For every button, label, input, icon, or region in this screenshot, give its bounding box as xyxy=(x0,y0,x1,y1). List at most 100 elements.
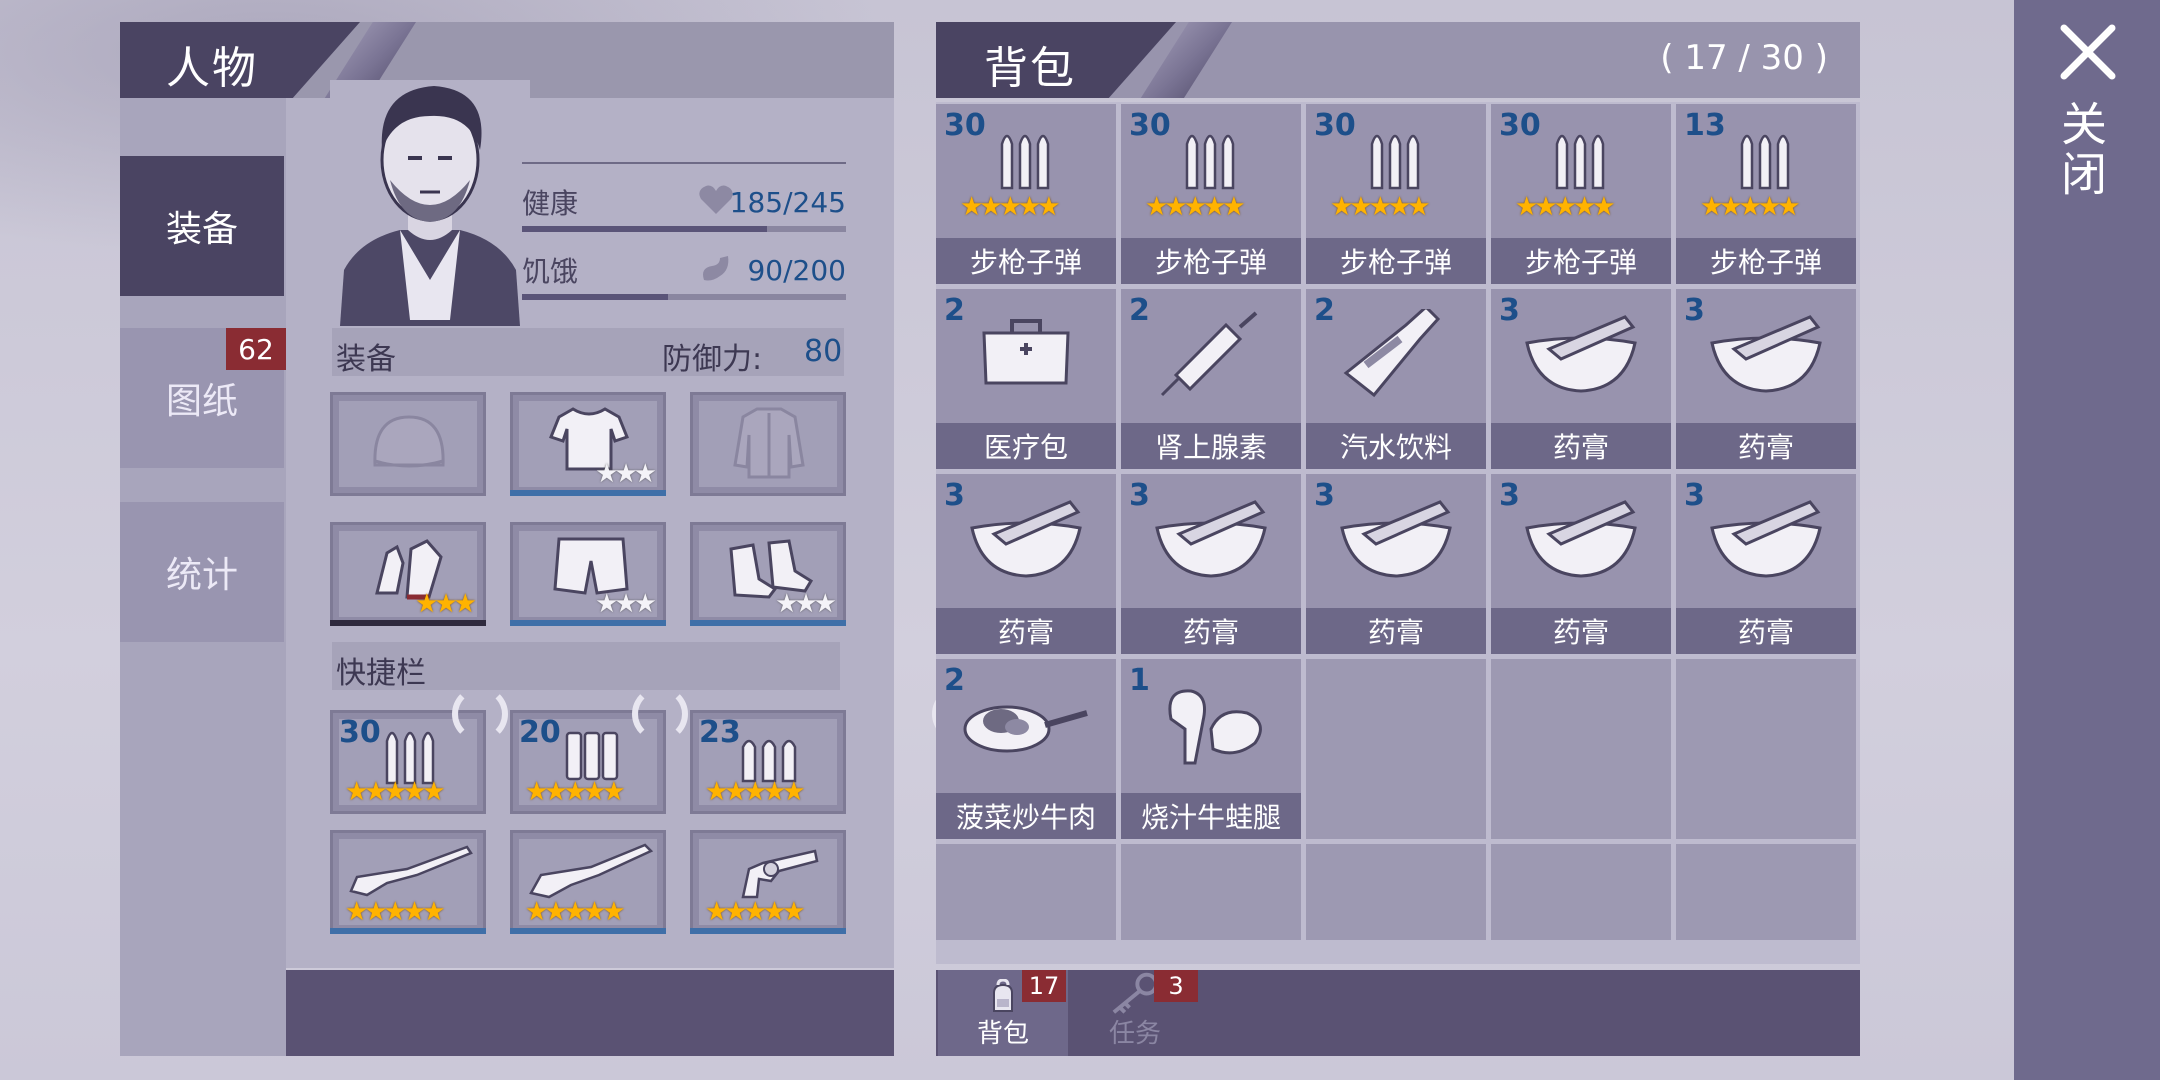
rifle-icon xyxy=(349,845,473,897)
empty-slot[interactable] xyxy=(1491,659,1671,839)
hat-icon xyxy=(373,415,445,468)
backpack-item[interactable]: 30 ★★★★★ 步枪子弹 xyxy=(1121,104,1301,284)
empty-slot[interactable] xyxy=(1306,844,1486,940)
backpack-item[interactable]: 2 肾上腺素 xyxy=(1121,289,1301,469)
item-name: 烧汁牛蛙腿 xyxy=(1121,793,1301,839)
quickbar-weapon-slot-1[interactable]: ★★★★★ xyxy=(330,830,486,934)
slot-stars: ★★★★★ xyxy=(525,777,626,807)
equip-slot-jacket[interactable] xyxy=(690,392,846,496)
empty-slot[interactable] xyxy=(1306,659,1486,839)
slot-durability-bar xyxy=(510,928,666,934)
backpack-tab-badge: 17 xyxy=(1022,970,1066,1002)
tab-backpack-label: 背包 xyxy=(976,1019,1029,1049)
empty-slot[interactable] xyxy=(1676,844,1856,940)
tab-equipment-label: 装备 xyxy=(165,209,238,250)
blueprints-badge: 62 xyxy=(226,328,286,370)
equip-slot-feet[interactable]: ★★★ xyxy=(690,522,846,626)
quickbar-ammo-slot-3[interactable]: 23 ★★★★★ xyxy=(690,710,846,814)
close-icon[interactable] xyxy=(2058,22,2118,82)
syringe-icon xyxy=(1121,309,1301,399)
revolver-icon xyxy=(741,849,819,899)
item-name: 步枪子弹 xyxy=(1121,238,1301,284)
slot-stars: ★★★★★ xyxy=(525,897,626,927)
rifle-ammo-icon xyxy=(385,731,435,785)
swap-icon[interactable] xyxy=(632,686,688,742)
defense-value: 80 xyxy=(804,334,843,369)
backpack-capacity: ( 17 / 30 ) xyxy=(1660,38,1828,78)
quickbar-weapon-slot-2[interactable]: ★★★★★ xyxy=(510,830,666,934)
item-name: 药膏 xyxy=(1676,608,1856,654)
backpack-item[interactable]: 30 ★★★★★ 步枪子弹 xyxy=(1491,104,1671,284)
pistol-ammo-icon xyxy=(741,739,797,783)
frog-legs-icon xyxy=(1121,679,1301,765)
item-stars: ★★★★★ xyxy=(1700,192,1801,222)
rifle-ammo-icon xyxy=(936,124,1116,190)
equip-slot-body[interactable]: ★★★ xyxy=(510,392,666,496)
tab-quests-label: 任务 xyxy=(1108,1019,1161,1049)
backpack-item[interactable]: 30 ★★★★★ 步枪子弹 xyxy=(936,104,1116,284)
swap-icon[interactable] xyxy=(452,686,508,742)
backpack-item[interactable]: 13 ★★★★★ 步枪子弹 xyxy=(1676,104,1856,284)
slot-durability-bar xyxy=(330,928,486,934)
equipment-section: 装备 防御力: 80 xyxy=(332,328,844,377)
frying-pan-icon xyxy=(936,679,1116,759)
character-panel: 人物 装备 图纸 62 统计 健康 185/245 饥饿 90/200 装备 防… xyxy=(120,22,988,1056)
slot-durability-bar xyxy=(690,620,846,626)
empty-slot[interactable] xyxy=(1121,844,1301,940)
item-name: 步枪子弹 xyxy=(1491,238,1671,284)
slot-stars: ★★★ xyxy=(595,589,657,619)
mortar-pestle-icon xyxy=(1491,309,1671,395)
backpack-item[interactable]: 3 药膏 xyxy=(1676,289,1856,469)
hunger-value: 90/200 xyxy=(747,254,846,287)
mortar-pestle-icon xyxy=(1306,494,1486,580)
tab-equipment[interactable]: 装备 xyxy=(120,156,284,296)
close-label[interactable]: 关闭 xyxy=(2054,100,2114,200)
health-bar xyxy=(522,226,846,232)
backpack-item[interactable]: 3 药膏 xyxy=(1121,474,1301,654)
tab-statistics[interactable]: 统计 xyxy=(120,502,284,642)
backpack-item[interactable]: 3 药膏 xyxy=(1491,289,1671,469)
slot-stars: ★★★★★ xyxy=(705,777,806,807)
close-column[interactable]: 关闭 xyxy=(2014,0,2160,1080)
mortar-pestle-icon xyxy=(1491,494,1671,580)
jacket-icon xyxy=(733,407,805,479)
backpack-item[interactable]: 3 药膏 xyxy=(1491,474,1671,654)
backpack-item[interactable]: 2 医疗包 xyxy=(936,289,1116,469)
item-name: 步枪子弹 xyxy=(1306,238,1486,284)
health-value: 185/245 xyxy=(729,186,846,219)
tab-blueprints-label: 图纸 xyxy=(165,381,238,422)
slot-durability-bar xyxy=(510,490,666,496)
rifle-ammo-icon xyxy=(1121,124,1301,190)
item-name: 医疗包 xyxy=(936,423,1116,469)
empty-slot[interactable] xyxy=(1491,844,1671,940)
rifle-ammo-icon xyxy=(1676,124,1856,190)
backpack-item[interactable]: 30 ★★★★★ 步枪子弹 xyxy=(1306,104,1486,284)
tab-blueprints[interactable]: 图纸 62 xyxy=(120,328,286,468)
equip-slot-head[interactable] xyxy=(330,392,486,496)
quickbar-weapon-slot-3[interactable]: ★★★★★ xyxy=(690,830,846,934)
mortar-pestle-icon xyxy=(1676,494,1856,580)
backpack-item[interactable]: 2 汽水饮料 xyxy=(1306,289,1486,469)
item-name: 菠菜炒牛肉 xyxy=(936,793,1116,839)
equip-slot-legs[interactable]: ★★★ xyxy=(510,522,666,626)
rifle-ammo-icon xyxy=(1306,124,1486,190)
empty-slot[interactable] xyxy=(1676,659,1856,839)
hunger-bar xyxy=(522,294,846,300)
quickbar-label: 快捷栏 xyxy=(336,656,426,691)
backpack-item[interactable]: 1 烧汁牛蛙腿 xyxy=(1121,659,1301,839)
item-name: 药膏 xyxy=(1491,608,1671,654)
item-name: 药膏 xyxy=(1306,608,1486,654)
character-footer xyxy=(286,970,894,1056)
tab-statistics-label: 统计 xyxy=(165,555,238,596)
backpack-item[interactable]: 2 菠菜炒牛肉 xyxy=(936,659,1116,839)
medkit-icon xyxy=(936,309,1116,389)
backpack-item[interactable]: 3 药膏 xyxy=(1676,474,1856,654)
empty-slot[interactable] xyxy=(936,844,1116,940)
backpack-title: 背包 xyxy=(984,43,1076,94)
item-name: 药膏 xyxy=(1491,423,1671,469)
equip-slot-hands[interactable]: ★★★ xyxy=(330,522,486,626)
backpack-item[interactable]: 3 药膏 xyxy=(1306,474,1486,654)
backpack-item[interactable]: 3 药膏 xyxy=(936,474,1116,654)
slot-stars: ★★★ xyxy=(595,459,657,489)
ammo-count: 20 xyxy=(519,715,561,750)
